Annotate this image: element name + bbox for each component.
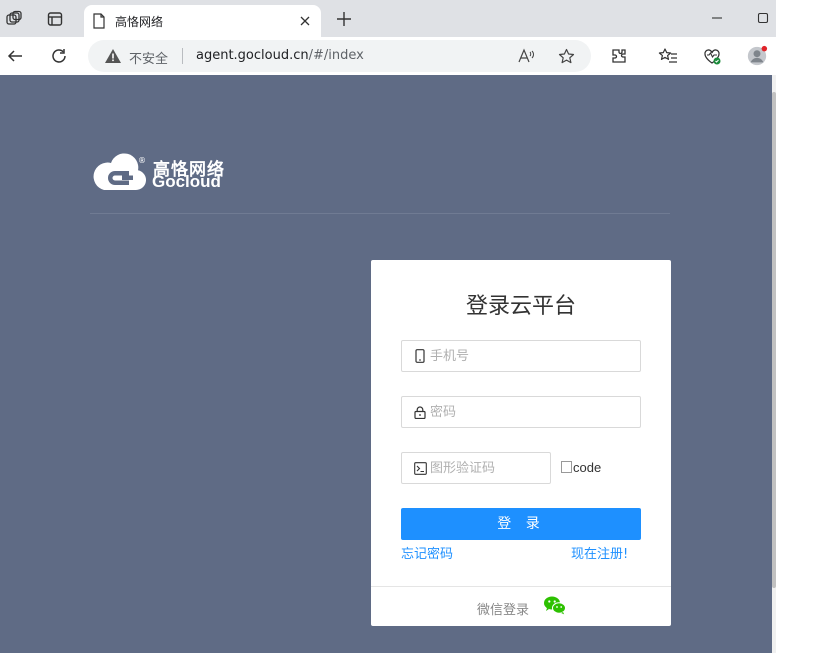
- mobile-phone-icon: [413, 349, 427, 363]
- broken-image-icon: [561, 461, 572, 473]
- back-icon[interactable]: [4, 45, 26, 67]
- header-divider: [90, 213, 670, 214]
- forgot-password-link[interactable]: 忘记密码: [401, 543, 453, 562]
- url-path: /#/index: [308, 48, 364, 63]
- wechat-icon[interactable]: [543, 595, 567, 615]
- profile-avatar[interactable]: [746, 45, 768, 67]
- security-label[interactable]: 不安全: [129, 48, 168, 67]
- registered-mark: ®: [138, 156, 146, 165]
- wechat-login-label[interactable]: 微信登录: [477, 599, 529, 618]
- phone-input[interactable]: [430, 346, 610, 366]
- brand-name-en: Gocloud: [152, 172, 221, 191]
- browser-tab-bar: 高恪网络: [0, 0, 776, 37]
- login-title: 登录云平台: [465, 294, 576, 319]
- url-text[interactable]: agent.gocloud.cn/#/index: [196, 48, 364, 63]
- captcha-input[interactable]: [430, 458, 540, 478]
- captcha-field[interactable]: [401, 452, 551, 484]
- active-tab[interactable]: 高恪网络: [84, 5, 321, 37]
- workspaces-icon[interactable]: [4, 9, 24, 29]
- minimize-icon[interactable]: [707, 8, 727, 28]
- read-aloud-icon[interactable]: [517, 47, 535, 65]
- login-button[interactable]: 登 录: [401, 508, 641, 540]
- password-field[interactable]: [401, 396, 641, 428]
- captcha-image-alt: code: [573, 460, 602, 475]
- address-bar[interactable]: 不安全 agent.gocloud.cn/#/index: [88, 40, 591, 72]
- refresh-icon[interactable]: [48, 45, 70, 67]
- lock-icon: [413, 405, 427, 419]
- tab-actions-icon[interactable]: [45, 9, 65, 29]
- card-divider: [371, 586, 671, 587]
- password-input[interactable]: [430, 402, 610, 422]
- browser-essentials-icon[interactable]: [701, 45, 723, 67]
- maximize-icon[interactable]: [753, 8, 773, 28]
- new-tab-icon[interactable]: [334, 9, 354, 29]
- extensions-icon[interactable]: [608, 45, 630, 67]
- favorites-icon[interactable]: [657, 45, 679, 67]
- tab-close-icon[interactable]: [297, 13, 313, 29]
- captcha-image[interactable]: code: [561, 460, 601, 475]
- tab-title: 高恪网络: [115, 15, 164, 29]
- terminal-icon: [413, 461, 427, 475]
- window-edge: [776, 0, 819, 653]
- register-link[interactable]: 现在注册!: [571, 543, 628, 562]
- login-card: 登录云平台 code 登 录 忘记密码 现在注册! 微信登录: [371, 260, 671, 626]
- page-icon: [92, 13, 106, 33]
- favorite-star-icon[interactable]: [557, 47, 575, 65]
- browser-toolbar: 不安全 agent.gocloud.cn/#/index: [0, 37, 776, 75]
- url-host: agent.gocloud.cn: [196, 48, 309, 63]
- warning-icon[interactable]: [104, 48, 122, 64]
- address-separator: [182, 48, 183, 64]
- phone-field[interactable]: [401, 340, 641, 372]
